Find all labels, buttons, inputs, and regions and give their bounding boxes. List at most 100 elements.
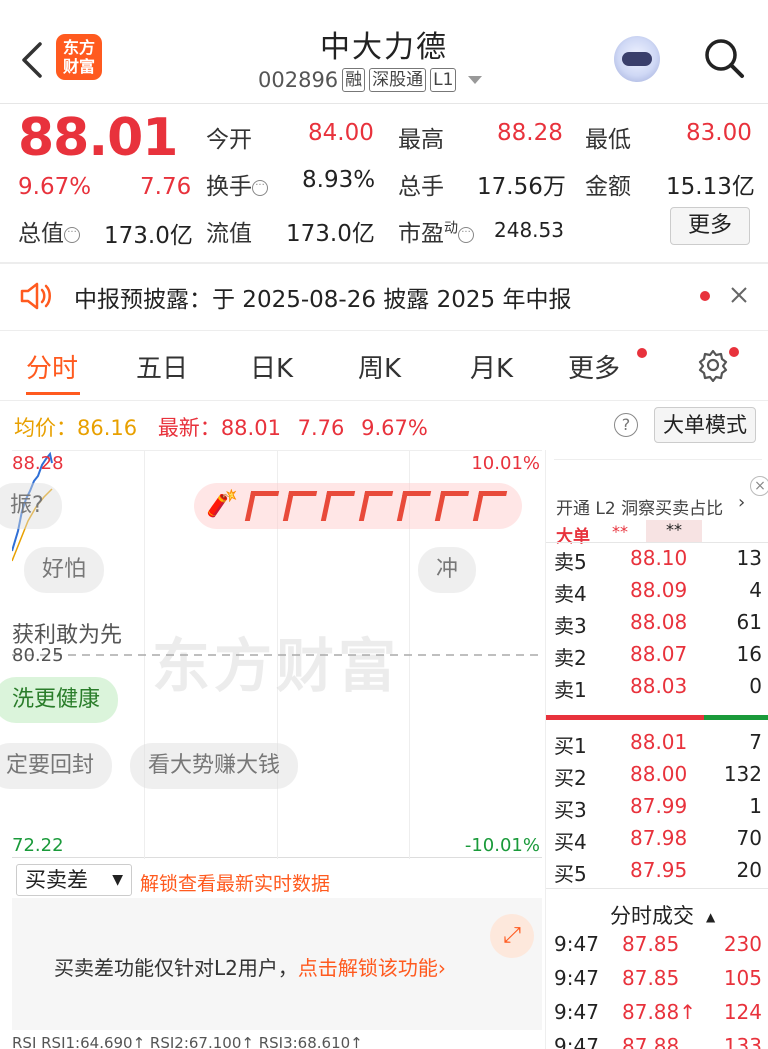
- y-axis-top: 88.28: [12, 453, 64, 474]
- sell-price: 88.07: [630, 642, 688, 666]
- robot-avatar-icon[interactable]: [614, 36, 660, 82]
- l2-message: 买卖差功能仅针对L2用户，点击解锁该功能›: [54, 952, 446, 981]
- firecracker-icon: 🧨: [206, 489, 239, 519]
- pe-sup: 动: [444, 220, 458, 237]
- tab-weekly-k[interactable]: 周K: [358, 348, 401, 385]
- notice-text[interactable]: 中报预披露：于 2025-08-26 披露 2025 年中报: [74, 280, 571, 314]
- more-dot: [637, 348, 647, 358]
- info-dots-icon[interactable]: ···: [252, 179, 268, 196]
- tag-connect: 深股通: [369, 68, 427, 92]
- sell-level: 卖5: [554, 550, 587, 574]
- buy-row[interactable]: 买3 87.99 1: [554, 794, 762, 826]
- tab-daily-k[interactable]: 日K: [250, 348, 293, 385]
- sell-volume: 0: [749, 674, 762, 698]
- latest-change: 7.76: [297, 416, 345, 440]
- intraday-chart[interactable]: 东方财富 88.28 10.01% 80.25 72.22 -10.01% 🧨 …: [0, 450, 542, 859]
- pct-axis-top: 10.01%: [471, 453, 540, 474]
- open-label: 今开: [206, 127, 252, 153]
- sell-row[interactable]: 卖5 88.10 13: [554, 546, 762, 578]
- tab-intraday[interactable]: 分时: [26, 348, 78, 385]
- search-icon[interactable]: [702, 36, 746, 80]
- trade-price: 87.85: [622, 966, 680, 990]
- info-dots-icon[interactable]: ···: [458, 226, 474, 243]
- pe-value: 248.53: [494, 218, 564, 242]
- stock-code: 002896: [258, 68, 339, 92]
- sell-price: 88.10: [630, 546, 688, 570]
- buy-row[interactable]: 买4 87.98 70: [554, 826, 762, 858]
- divider: [0, 262, 768, 264]
- sell-row[interactable]: 卖2 88.07 16: [554, 642, 762, 674]
- rsi-indicator[interactable]: RSI RSI1:64.690↑ RSI2:67.100↑ RSI3:68.61…: [12, 1034, 542, 1049]
- high-label: 最高: [398, 127, 444, 153]
- trade-row: 9:47 87.88↑ 124: [554, 1000, 762, 1032]
- latest-change-pct: 9.67%: [361, 416, 428, 440]
- sell-row[interactable]: 卖3 88.08 61: [554, 610, 762, 642]
- avg-label: 均价：: [14, 416, 77, 440]
- open-value: 84.00: [308, 120, 374, 146]
- trades-title[interactable]: 分时成交 ▲: [610, 900, 715, 930]
- buy-volume: 20: [736, 858, 762, 882]
- buy-row[interactable]: 买5 87.95 20: [554, 858, 762, 890]
- sell-volume: 16: [736, 642, 762, 666]
- sell-level: 卖1: [554, 678, 587, 702]
- info-dots-icon[interactable]: ···: [64, 226, 80, 243]
- trade-price: 87.88: [622, 1034, 680, 1049]
- comment-bubble: 看大势赚大钱: [130, 743, 299, 789]
- float-label: 流值: [206, 221, 252, 247]
- buy-level: 买4: [554, 830, 587, 854]
- latest-value: 88.01: [220, 416, 281, 440]
- high-value: 88.28: [497, 120, 563, 146]
- pct-axis-bottom: -10.01%: [464, 835, 540, 856]
- active-tab-indicator: [26, 392, 80, 395]
- sell-level: 卖4: [554, 582, 587, 606]
- buy-row[interactable]: 买1 88.01 7: [554, 730, 762, 762]
- buy-row[interactable]: 买2 88.00 132: [554, 762, 762, 794]
- change-percent: 9.67%: [18, 174, 92, 200]
- sell-row[interactable]: 卖1 88.03 0: [554, 674, 762, 706]
- expand-icon[interactable]: ⤢: [490, 914, 534, 958]
- turnover-label-text: 换手: [206, 174, 252, 200]
- latest-label: 最新：: [157, 416, 221, 440]
- unlock-realtime-link[interactable]: 解锁查看最新实时数据: [140, 869, 330, 896]
- buy-level: 买1: [554, 734, 587, 758]
- spread-select-label: 买卖差: [25, 868, 88, 892]
- trade-volume: 105: [723, 966, 762, 990]
- spread-select[interactable]: 买卖差 ▼: [16, 864, 132, 896]
- gear-icon[interactable]: [696, 348, 730, 382]
- volume-label: 总手: [398, 174, 444, 200]
- sell-price: 88.09: [630, 578, 688, 602]
- l2-unlock-link[interactable]: 点击解锁该功能: [298, 956, 438, 980]
- comment-bubble: 洗更健康: [0, 677, 119, 723]
- trade-time: 9:47: [554, 932, 599, 956]
- volume-value: 17.56万: [477, 174, 566, 200]
- more-button[interactable]: 更多: [670, 207, 750, 245]
- big-order-sell: **: [646, 520, 702, 542]
- buy-volume: 1: [749, 794, 762, 818]
- sell-row[interactable]: 卖4 88.09 4: [554, 578, 762, 610]
- pe-label-text: 市盈: [398, 221, 444, 247]
- trade-volume: 133: [723, 1034, 762, 1049]
- y-axis-bottom: 72.22: [12, 835, 64, 856]
- settings-dot: [729, 347, 739, 357]
- tab-more[interactable]: 更多: [568, 348, 620, 385]
- market-cap-label: 总值 ···: [18, 214, 80, 248]
- comment-bubble: 振?: [0, 483, 62, 529]
- trade-price: 87.88↑: [622, 1000, 697, 1024]
- trade-price: 87.85: [622, 932, 680, 956]
- sell-volume: 61: [736, 610, 762, 634]
- sell-price: 88.08: [630, 610, 688, 634]
- close-icon[interactable]: [730, 286, 748, 304]
- big-order-mode-button[interactable]: 大单模式: [654, 407, 756, 443]
- close-icon[interactable]: ×: [750, 476, 768, 496]
- sell-volume: 13: [736, 546, 762, 570]
- help-icon[interactable]: ?: [614, 413, 638, 437]
- stock-subtitle[interactable]: 002896 融 深股通 L1: [258, 68, 483, 92]
- avg-value: 86.16: [77, 416, 138, 440]
- l2-text: 买卖差功能仅针对L2用户，: [54, 956, 298, 980]
- sort-up-icon: ▲: [706, 910, 716, 924]
- comment-bubble: 冲: [418, 547, 477, 593]
- l2-ratio-banner[interactable]: 开通 L2 洞察买卖占比 › × 大单 ** **: [546, 476, 768, 547]
- tab-monthly-k[interactable]: 月K: [470, 348, 513, 385]
- tab-five-day[interactable]: 五日: [136, 348, 188, 385]
- buy-price: 87.95: [630, 858, 688, 882]
